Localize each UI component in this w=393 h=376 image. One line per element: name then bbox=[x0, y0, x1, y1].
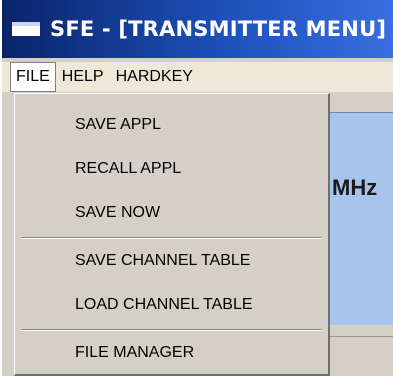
menu-help[interactable]: HELP bbox=[56, 62, 110, 92]
menu-item-save-channel-table[interactable]: SAVE CHANNEL TABLE bbox=[75, 252, 250, 270]
menu-file[interactable]: FILE bbox=[10, 62, 56, 92]
menu-item-save-appl[interactable]: SAVE APPL bbox=[75, 116, 161, 134]
file-dropdown-menu: SAVE APPL RECALL APPL SAVE NOW SAVE CHAN… bbox=[14, 93, 330, 376]
menu-hardkey[interactable]: HARDKEY bbox=[110, 62, 199, 92]
menu-item-load-channel-table[interactable]: LOAD CHANNEL TABLE bbox=[75, 296, 253, 314]
menu-item-file-manager[interactable]: FILE MANAGER bbox=[75, 344, 194, 362]
window-title: SFE - [TRANSMITTER MENU] bbox=[50, 17, 387, 41]
frequency-display-panel bbox=[322, 112, 393, 325]
menu-separator bbox=[21, 329, 321, 331]
menu-separator bbox=[21, 237, 321, 239]
frequency-unit-label: MHz bbox=[332, 175, 378, 200]
menu-item-recall-appl[interactable]: RECALL APPL bbox=[75, 160, 181, 178]
app-window: SFE - [TRANSMITTER MENU] FILE HELP HARDK… bbox=[2, 0, 393, 376]
window-icon bbox=[12, 22, 40, 36]
title-bar[interactable]: SFE - [TRANSMITTER MENU] bbox=[2, 0, 393, 58]
menu-bar: FILE HELP HARDKEY bbox=[2, 62, 393, 93]
bottom-strip bbox=[322, 336, 393, 376]
menu-item-save-now[interactable]: SAVE NOW bbox=[75, 204, 160, 222]
